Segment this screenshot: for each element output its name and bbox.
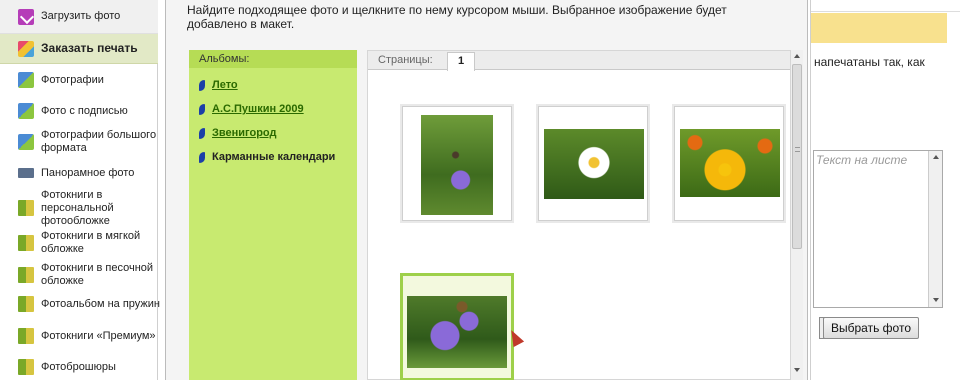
textarea-placeholder: Текст на листе [816, 153, 908, 167]
sidebar-item-label: Панорамное фото [41, 166, 135, 179]
scroll-up-icon[interactable] [933, 155, 939, 159]
sidebar-item-label: Фото с подписью [41, 104, 128, 117]
photo-image [407, 296, 507, 368]
sidebar-item-label: Фотокниги в мягкой обложке [41, 230, 141, 255]
sidebar-item-captioned-photo[interactable]: Фото с подписью [0, 99, 158, 123]
photo-picker-dialog: Найдите подходящее фото и щелкните по не… [165, 0, 808, 380]
vertical-scrollbar[interactable] [790, 50, 803, 380]
photo-thumb[interactable] [538, 106, 648, 221]
photobook-icon [18, 200, 34, 216]
album-link-leto[interactable]: Лето [199, 79, 238, 91]
upload-icon [18, 8, 34, 25]
album-link-zvenigorod[interactable]: Звенигород [199, 127, 276, 139]
album-current: Карманные календари [199, 151, 335, 163]
photobook-icon [18, 296, 34, 312]
background-page: напечатаны так, как Текст на листе Выбра… [810, 0, 960, 380]
pages-label: Страницы: [378, 54, 433, 66]
sidebar-item-photobook-personal[interactable]: Фотокниги в персональной фотообложке [0, 188, 158, 228]
sidebar-item-upload[interactable]: Загрузить фото [0, 0, 158, 34]
photo-grid-panel: Страницы: 1 [367, 50, 791, 380]
pages-tabbar: Страницы: 1 [368, 51, 790, 71]
sidebar-item-panorama[interactable]: Панорамное фото [0, 162, 158, 184]
photobook-icon [18, 328, 34, 344]
albums-header: Альбомы: [189, 50, 357, 68]
leaf-icon [199, 151, 205, 163]
leaf-icon [199, 103, 205, 115]
captioned-photo-icon [18, 103, 34, 119]
sidebar-item-photos[interactable]: Фотографии [0, 68, 158, 92]
album-label: Карманные календари [212, 151, 336, 163]
sidebar-item-photobook-sand[interactable]: Фотокниги в песочной обложке [0, 261, 158, 289]
sidebar-item-label: Фотографии [41, 73, 104, 86]
photobook-icon [18, 235, 34, 251]
sidebar-item-label: Загрузить фото [41, 10, 121, 22]
photobook-icon [18, 359, 34, 375]
sidebar-item-large-format[interactable]: Фотографии большого формата [0, 127, 158, 157]
photos-icon [18, 72, 34, 88]
top-divider [811, 0, 960, 12]
sidebar-item-spring-album[interactable]: Фотоальбом на пружин [0, 294, 160, 314]
albums-panel: Альбомы: Лето А.С.Пушкин 2009 Звенигород… [189, 50, 357, 380]
sidebar-item-label: Фотокниги в песочной обложке [41, 262, 154, 287]
photo-image [680, 129, 780, 197]
choose-photo-button[interactable]: Выбрать фото [823, 317, 919, 339]
scrollbar-thumb[interactable] [792, 64, 802, 249]
sidebar-item-order-print[interactable]: Заказать печать [0, 34, 158, 64]
photo-thumb[interactable] [674, 106, 784, 221]
album-label: Звенигород [212, 127, 277, 139]
leaf-icon [199, 79, 205, 91]
photo-thumb[interactable] [402, 106, 512, 221]
background-text: напечатаны так, как [814, 55, 925, 69]
photobook-icon [18, 267, 34, 283]
sidebar-item-photobook-soft[interactable]: Фотокниги в мягкой обложке [0, 229, 158, 257]
sidebar-item-label: Фотокниги в персональной фотообложке [41, 188, 114, 227]
scroll-down-icon[interactable] [794, 368, 800, 372]
scroll-up-icon[interactable] [794, 54, 800, 58]
scroll-down-icon[interactable] [933, 298, 939, 302]
sidebar-item-label: Фотокниги «Премиум» [41, 329, 156, 342]
album-label: Лето [212, 79, 238, 91]
leaf-icon [199, 127, 205, 139]
sidebar-item-photobrochures[interactable]: Фотоброшюры [0, 357, 158, 377]
print-order-icon [18, 40, 34, 57]
photo-thumb-selected[interactable] [400, 273, 514, 380]
sheet-text-area[interactable]: Текст на листе [813, 150, 943, 308]
photo-image [544, 129, 644, 199]
textarea-scrollbar[interactable] [928, 151, 942, 307]
sidebar-item-label: Фотоброшюры [41, 360, 116, 373]
page-tab-1[interactable]: 1 [447, 52, 475, 71]
sidebar-item-label: Фотоальбом на пружин [41, 297, 160, 310]
instruction-text: Найдите подходящее фото и щелкните по не… [187, 3, 727, 31]
panorama-icon [18, 168, 34, 178]
product-sidebar: Загрузить фото Заказать печать Фотографи… [0, 0, 160, 380]
album-link-pushkin[interactable]: А.С.Пушкин 2009 [199, 103, 304, 115]
sidebar-item-label: Фотографии большого формата [41, 129, 157, 154]
album-label: А.С.Пушкин 2009 [212, 103, 304, 115]
highlight-band [811, 13, 947, 43]
sidebar-item-label: Заказать печать [41, 41, 138, 55]
photo-image [421, 115, 493, 215]
large-format-icon [18, 134, 34, 150]
sidebar-item-photobook-premium[interactable]: Фотокниги «Премиум» [0, 326, 158, 346]
